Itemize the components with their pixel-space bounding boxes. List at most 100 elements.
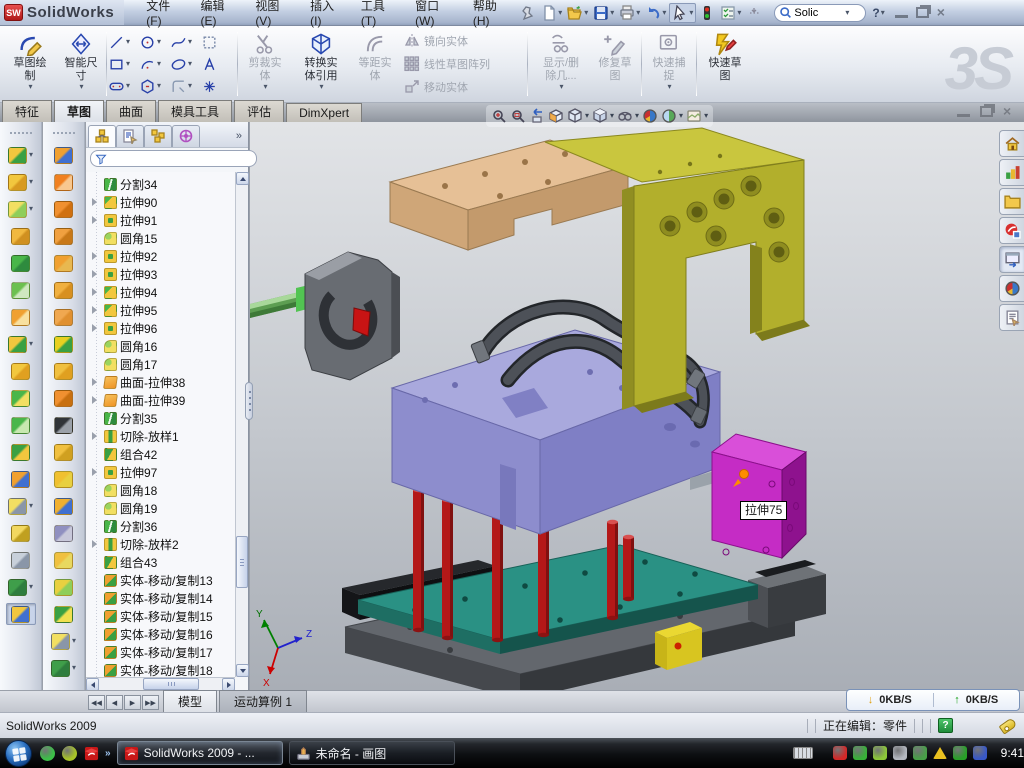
expand-arrow-icon[interactable]	[92, 306, 97, 314]
menu-0[interactable]: 文件(F)	[136, 0, 190, 31]
expand-arrow-icon[interactable]	[92, 288, 97, 296]
doc-restore-button[interactable]	[980, 106, 993, 117]
dome-button[interactable]	[49, 576, 79, 598]
expand-arrow-icon[interactable]	[92, 198, 97, 206]
tree-item[interactable]: 实体-移动/复制17	[92, 643, 235, 661]
search-caret-icon[interactable]: ▾	[845, 9, 849, 17]
display-style-button[interactable]: ▾	[592, 108, 614, 124]
split-button[interactable]	[6, 387, 36, 409]
tree-item[interactable]: 实体-移动/复制14	[92, 589, 235, 607]
tree-item[interactable]: 实体-移动/复制15	[92, 607, 235, 625]
display-delete-relations-button[interactable]: 显示/删 除几... ▾	[533, 29, 589, 99]
sk-rectangle-button[interactable]: ▾	[108, 53, 139, 75]
overflow-button[interactable]	[744, 4, 764, 22]
tray-protection-plus-icon[interactable]	[953, 746, 967, 760]
tree-item[interactable]: 曲面-拉伸39	[92, 391, 235, 409]
taskpane-tab-view-palette[interactable]	[999, 246, 1024, 273]
tree-item[interactable]: 圆角16	[92, 337, 235, 355]
part-slider-block[interactable]	[712, 434, 806, 558]
parting-surface-button[interactable]	[49, 279, 79, 301]
hide-show-items-button[interactable]: ▾	[617, 108, 639, 124]
plane-button[interactable]	[6, 522, 36, 544]
interlock-button[interactable]	[49, 360, 79, 382]
sk-line-button[interactable]: ▾	[108, 31, 139, 53]
surface-map-button[interactable]	[49, 549, 79, 571]
boss-cylinder-button[interactable]	[49, 603, 79, 625]
tab-评估[interactable]: 评估	[234, 100, 284, 122]
sk-spline-button[interactable]: ▾	[170, 31, 201, 53]
extruded-boss-button[interactable]: ▾	[6, 144, 36, 166]
split-2-button[interactable]	[6, 414, 36, 436]
quick-snaps-button[interactable]: 快速捕 捉 ▾	[646, 29, 692, 99]
fillet-button[interactable]: ▾	[6, 198, 36, 220]
tree-item[interactable]: 拉伸94	[92, 283, 235, 301]
select-cursor-button[interactable]: ▾	[669, 3, 696, 23]
instant3d-button[interactable]	[6, 603, 36, 625]
wrap-button[interactable]	[6, 306, 36, 328]
draft-button[interactable]	[6, 279, 36, 301]
graphics-viewport[interactable]: Y Z X 拉伸75	[250, 122, 1024, 690]
tree-item[interactable]: 拉伸92	[92, 247, 235, 265]
horizontal-scroll-track[interactable]	[99, 678, 222, 690]
reference-geometry-button[interactable]: ▾	[6, 495, 36, 517]
minimize-button[interactable]	[895, 7, 908, 18]
scroll-up-button[interactable]	[236, 172, 249, 185]
tray-volume-icon[interactable]	[893, 746, 907, 760]
scale-button[interactable]	[49, 333, 79, 355]
sk-boxselect-button[interactable]	[201, 31, 232, 53]
tree-item[interactable]: 实体-移动/复制18	[92, 661, 235, 677]
draft-analysis-button[interactable]	[49, 225, 79, 247]
pin-button[interactable]	[518, 4, 538, 22]
doc-tab-运动算例 1[interactable]: 运动算例 1	[219, 690, 307, 712]
model-3d-view[interactable]: Y Z X	[250, 122, 1024, 690]
undercut-detect-button[interactable]	[49, 252, 79, 274]
rib-button[interactable]	[6, 225, 36, 247]
tree-item[interactable]: 分割35	[92, 409, 235, 427]
tree-item[interactable]: 拉伸96	[92, 319, 235, 337]
menu-5[interactable]: 窗口(W)	[405, 0, 463, 31]
linear-pattern-button[interactable]: ▾	[6, 333, 36, 355]
taskpane-tab-file-explorer[interactable]	[999, 188, 1024, 215]
centerline-arc-button[interactable]	[49, 171, 79, 193]
smart-dimension-button[interactable]: 智能尺 寸 ▾	[57, 29, 105, 99]
zoom-fit-button[interactable]	[491, 108, 507, 124]
insert-line-button[interactable]	[49, 144, 79, 166]
sk-circle-button[interactable]: ▾	[139, 31, 170, 53]
scroll-down-button[interactable]	[236, 664, 249, 677]
rapid-sketch-button[interactable]: 快速草 图	[701, 29, 749, 99]
restore-button[interactable]	[916, 7, 929, 18]
view-orientation-button[interactable]: ▾	[567, 108, 589, 124]
curve-button[interactable]: ▾	[6, 576, 36, 598]
tree-item[interactable]: 拉伸91	[92, 211, 235, 229]
linear-sketch-pattern-button[interactable]: 线性草图阵列	[404, 54, 522, 74]
insert-mold-button[interactable]	[49, 441, 79, 463]
tree-item[interactable]: 切除-放样2	[92, 535, 235, 553]
combine-button[interactable]	[6, 441, 36, 463]
close-button[interactable]: ×	[937, 7, 950, 18]
shell-button[interactable]	[6, 252, 36, 274]
tab-模具工具[interactable]: 模具工具	[158, 100, 232, 122]
tray-speed-shield-icon[interactable]	[853, 746, 867, 760]
traffic-light-button[interactable]	[697, 4, 717, 22]
tree-item[interactable]: 组合43	[92, 553, 235, 571]
expand-arrow-icon[interactable]	[92, 270, 97, 278]
sk-corner-button[interactable]: ▾	[170, 75, 201, 97]
panel-tabs-more-icon[interactable]: »	[236, 130, 246, 142]
expand-arrow-icon[interactable]	[92, 396, 97, 404]
next-tab-button[interactable]: ▶	[124, 695, 141, 710]
help-button[interactable]: ? ▾	[872, 6, 884, 20]
tray-sync-icon[interactable]	[913, 746, 927, 760]
tray-antivirus-icon[interactable]	[833, 746, 847, 760]
view-settings-button[interactable]: ▾	[686, 108, 708, 124]
search-input[interactable]	[794, 7, 842, 19]
sk-slot-button[interactable]: ▾	[108, 75, 139, 97]
prev-tab-button[interactable]: ◀	[106, 695, 123, 710]
panel-splitter-handle[interactable]	[245, 382, 253, 420]
tab-特征[interactable]: 特征	[2, 100, 52, 122]
cavity-button[interactable]	[49, 522, 79, 544]
tray-blocked-icon[interactable]	[973, 746, 987, 760]
menu-6[interactable]: 帮助(H)	[463, 0, 518, 31]
tree-item[interactable]: 分割34	[92, 175, 235, 193]
mirror-entities-button[interactable]: 镜向实体	[404, 31, 522, 51]
parting-line-button[interactable]	[49, 198, 79, 220]
